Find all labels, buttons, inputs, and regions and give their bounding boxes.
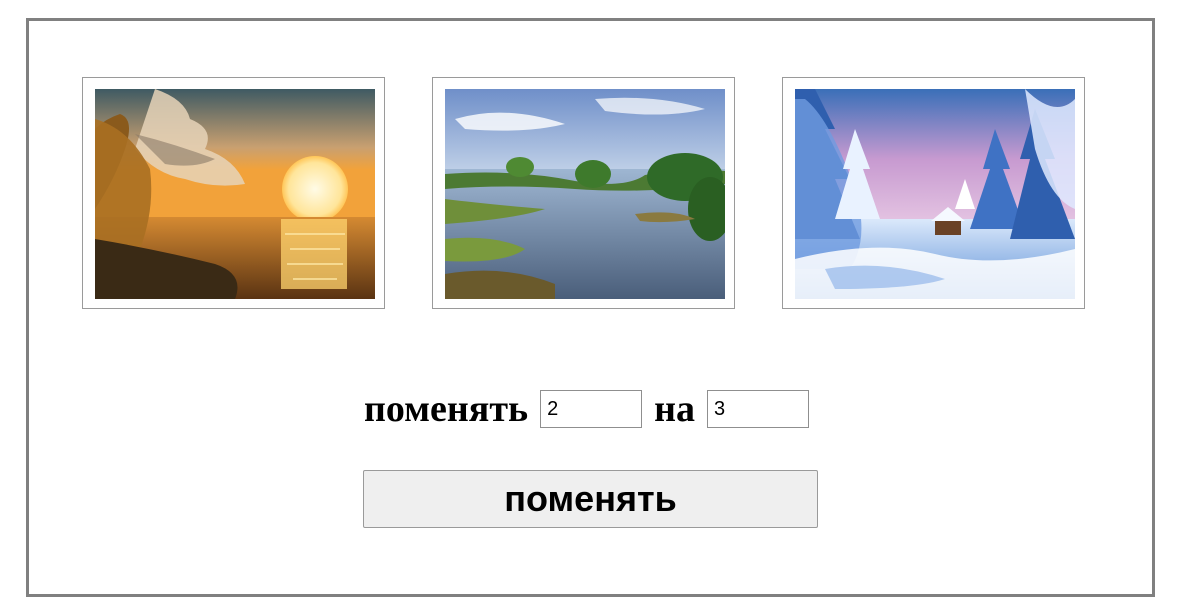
swap-button[interactable]: поменять (363, 470, 818, 528)
image-card-1 (82, 77, 385, 309)
sunset-image (95, 89, 375, 299)
swap-to-input[interactable] (707, 390, 810, 428)
main-frame: поменять на поменять (26, 18, 1155, 597)
winter-forest-image (795, 89, 1075, 299)
image-card-2 (432, 77, 735, 309)
river-image (445, 89, 725, 299)
swap-from-input[interactable] (540, 390, 643, 428)
swap-controls-row: поменять на (29, 386, 1152, 432)
image-card-3 (782, 77, 1085, 309)
swap-label: поменять (363, 388, 529, 430)
swap-to-label: на (654, 388, 696, 430)
